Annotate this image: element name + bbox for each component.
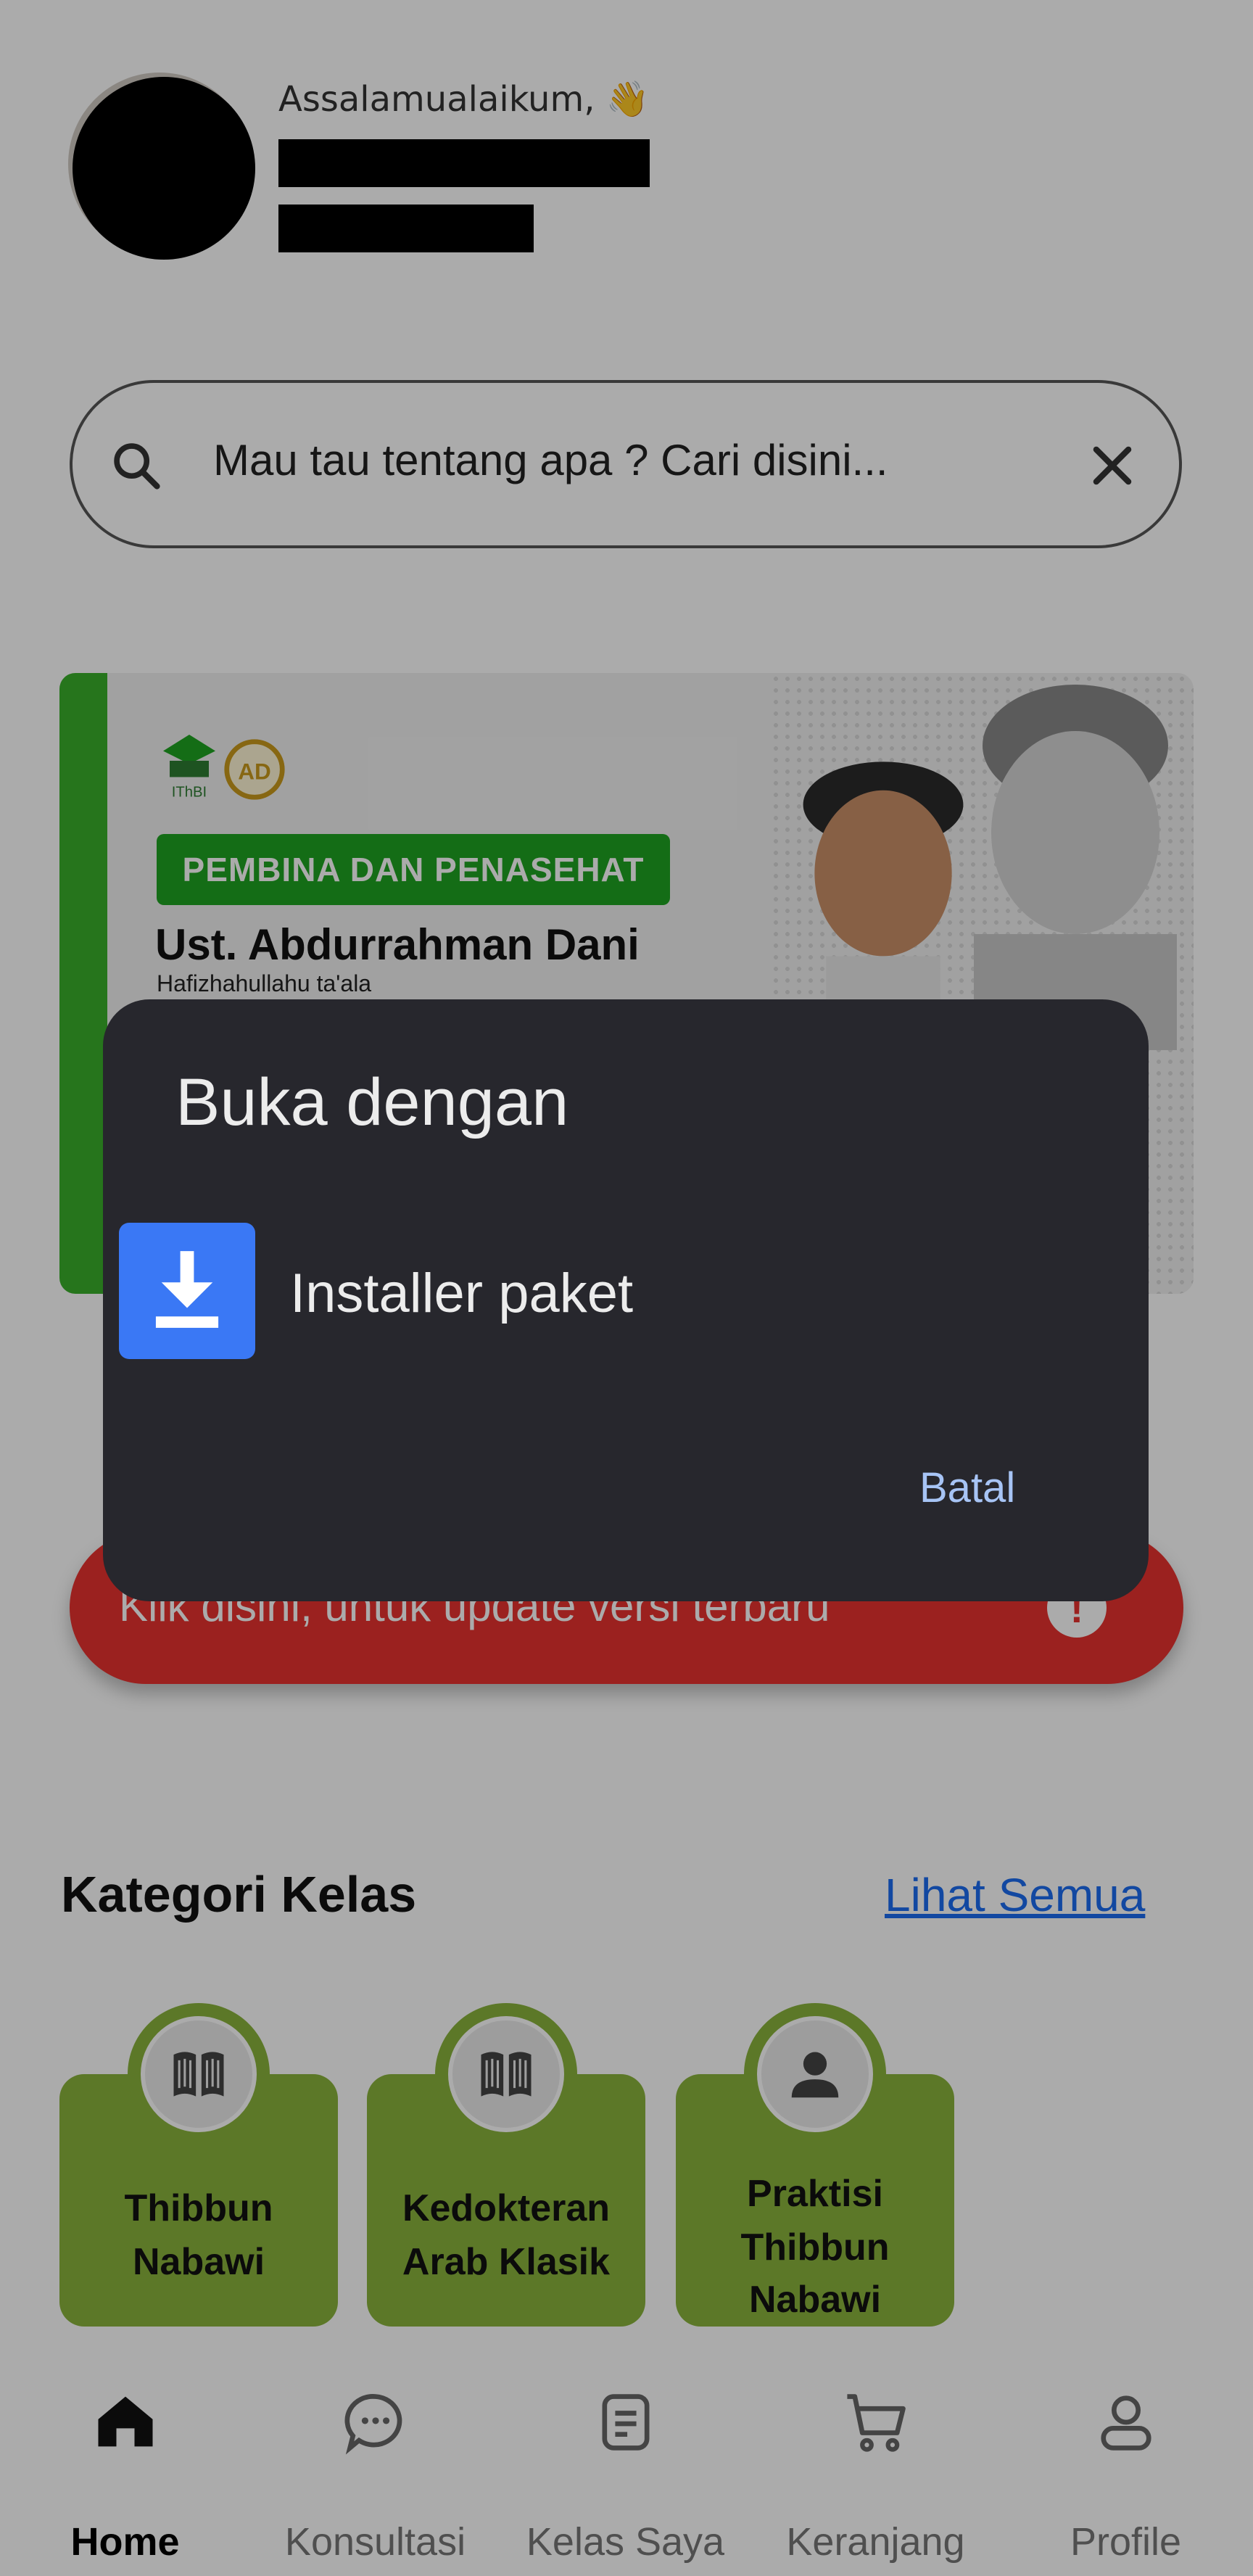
cancel-button[interactable]: Batal: [919, 1464, 1015, 1512]
home-screen: Assalamualaikum, 👋 Mau tau tentang apa ?…: [0, 0, 1253, 2576]
dialog-title: Buka dengan: [175, 1065, 569, 1139]
download-icon[interactable]: [119, 1223, 255, 1359]
installer-option-label[interactable]: Installer paket: [290, 1262, 633, 1325]
